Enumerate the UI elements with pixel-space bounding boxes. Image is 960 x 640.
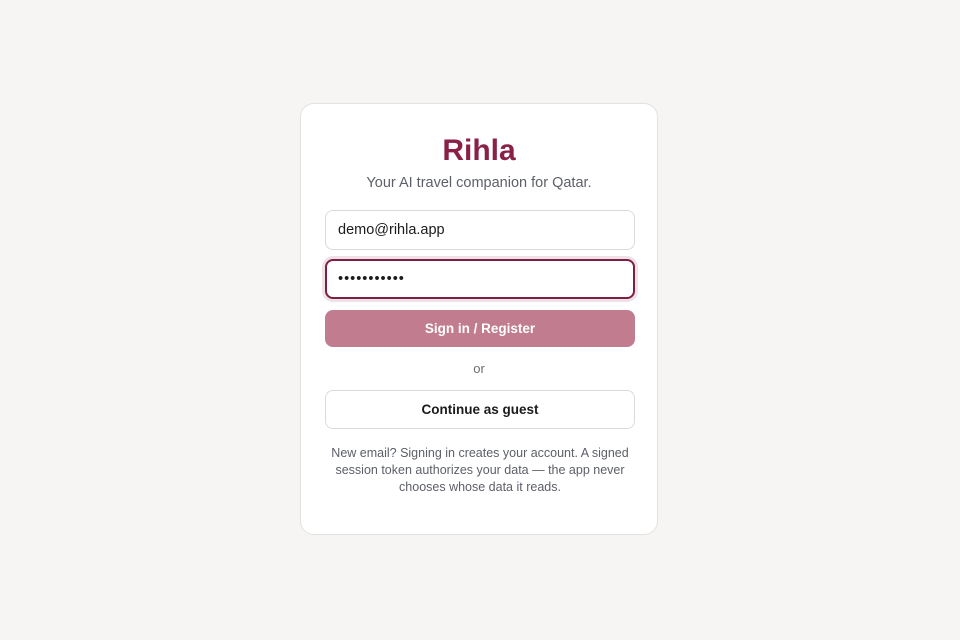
continue-as-guest-button[interactable]: Continue as guest (325, 390, 635, 429)
login-card: Rihla Your AI travel companion for Qatar… (300, 103, 658, 535)
password-field[interactable] (325, 259, 635, 299)
email-field[interactable] (325, 210, 635, 250)
app-subtitle: Your AI travel companion for Qatar. (366, 175, 592, 191)
account-note: New email? Signing in creates your accou… (331, 446, 629, 494)
app-title: Rihla (442, 134, 516, 167)
sign-in-register-button[interactable]: Sign in / Register (325, 310, 635, 347)
or-divider: or (473, 361, 485, 376)
